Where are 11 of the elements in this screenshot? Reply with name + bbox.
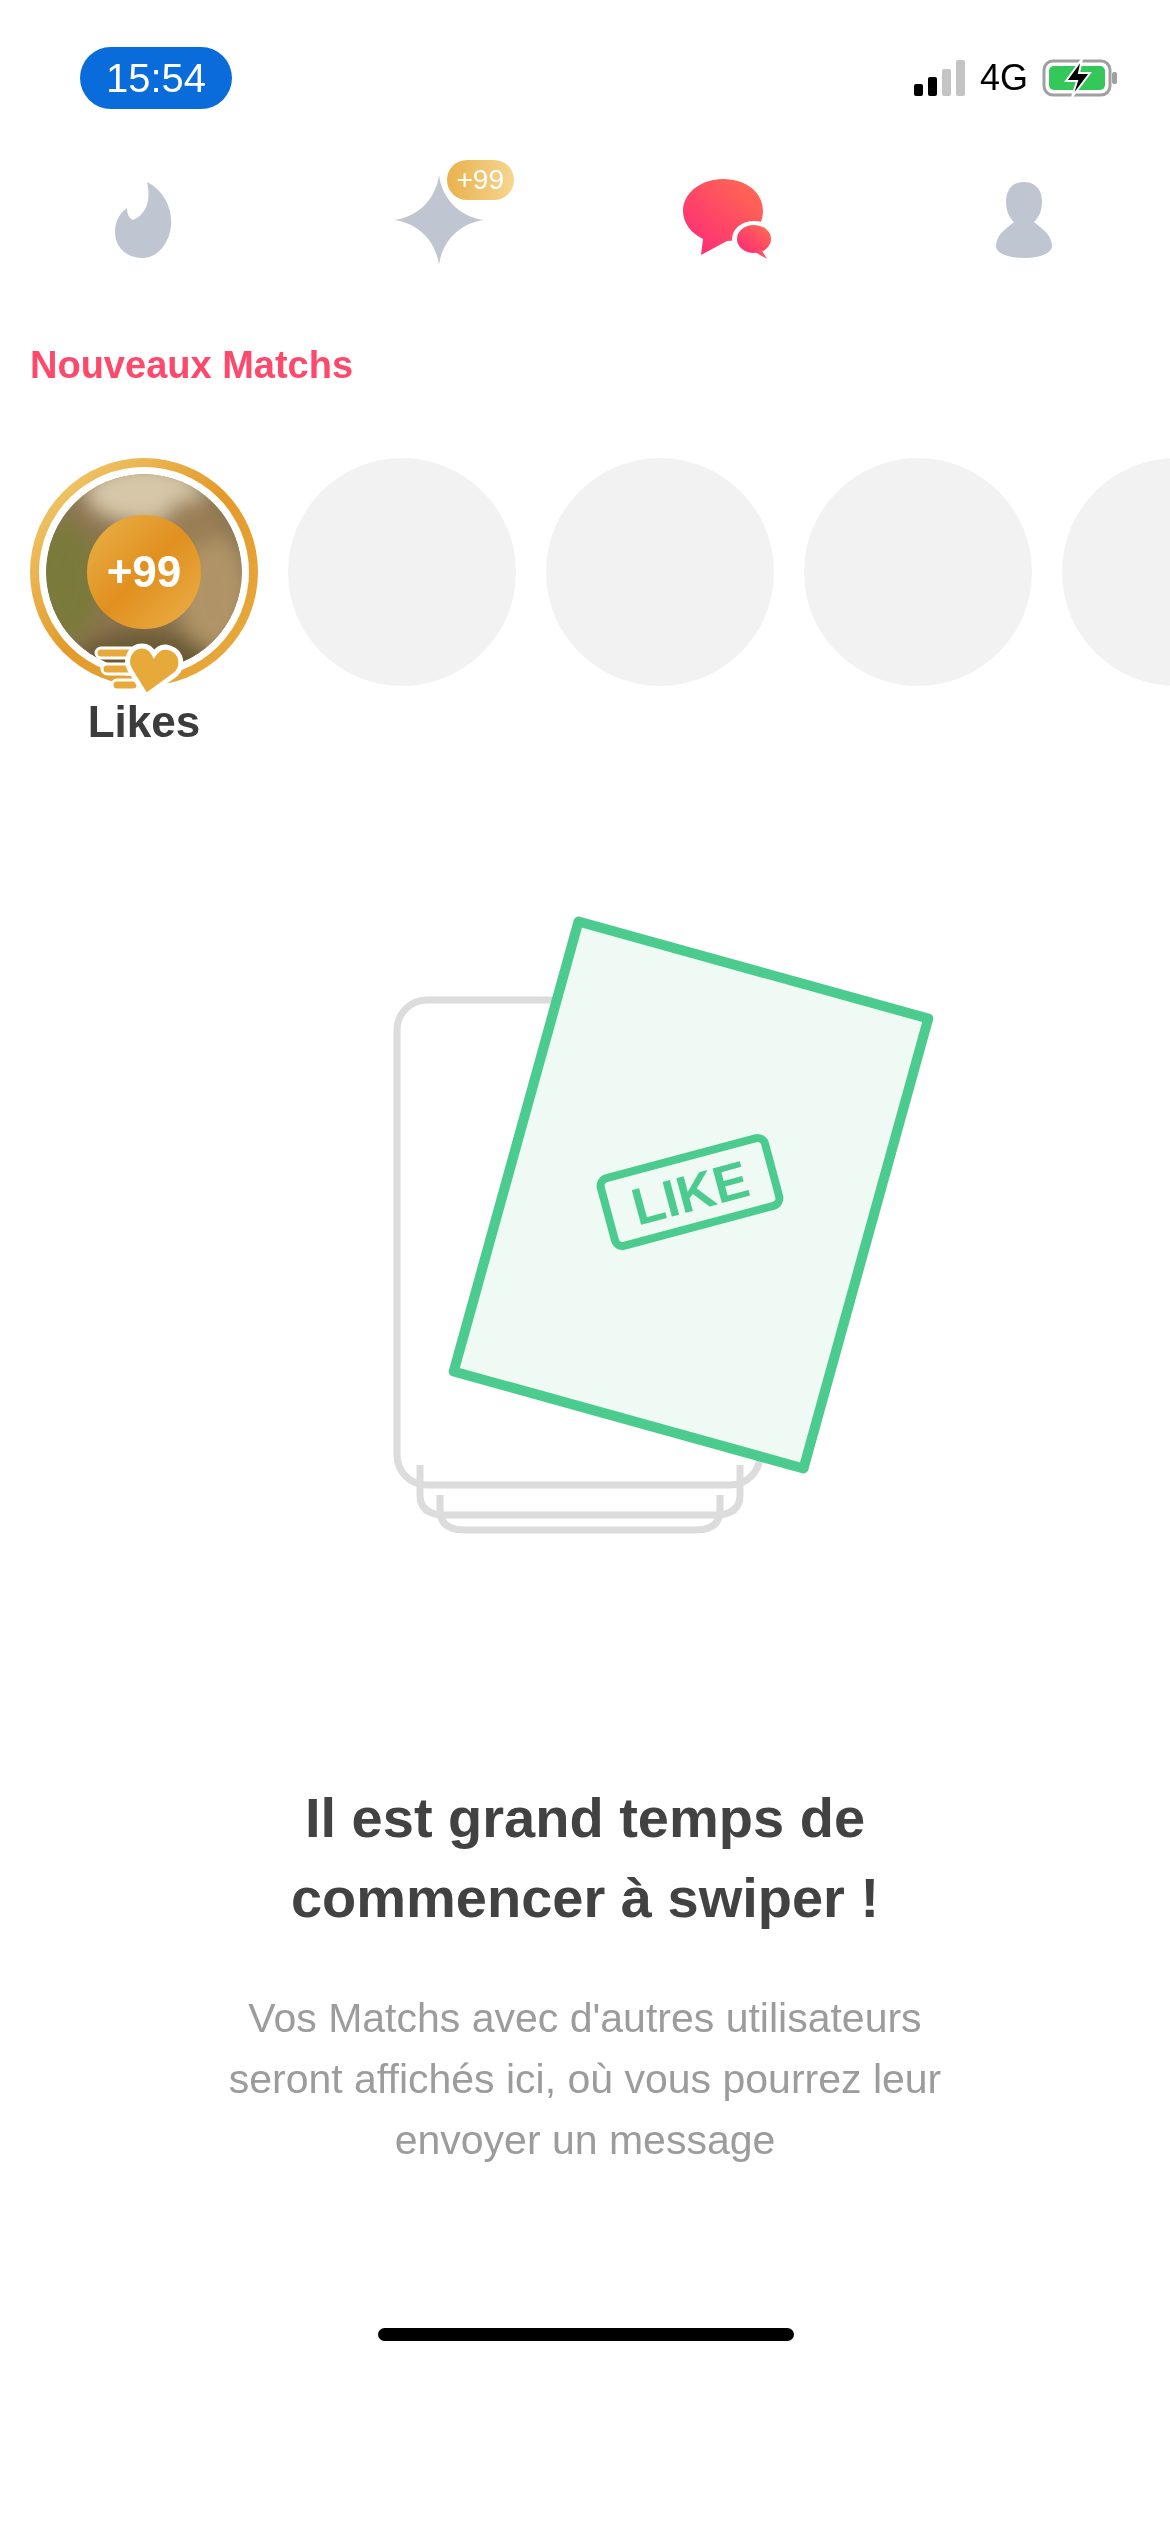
nav-tab[interactable]: +99: [292, 160, 585, 280]
section-title: Nouveaux Matchs: [30, 344, 354, 386]
network-label: 4G: [979, 59, 1028, 96]
empty-state-heading: Il est grand temps de commencer à swiper !: [289, 1785, 881, 1931]
count-badge: +99: [446, 160, 514, 200]
signal-icon: [913, 59, 966, 96]
empty-state-description: Vos Matchs avec d'autres utilisateurs seront affichés ici, où vous pourrez leur envoyer un message: [227, 1994, 943, 2165]
like-stamp: LIKE: [594, 1132, 786, 1252]
likes-label: Likes: [87, 700, 201, 744]
battery-icon: [1042, 58, 1118, 97]
status-time: 15:54: [80, 46, 233, 109]
